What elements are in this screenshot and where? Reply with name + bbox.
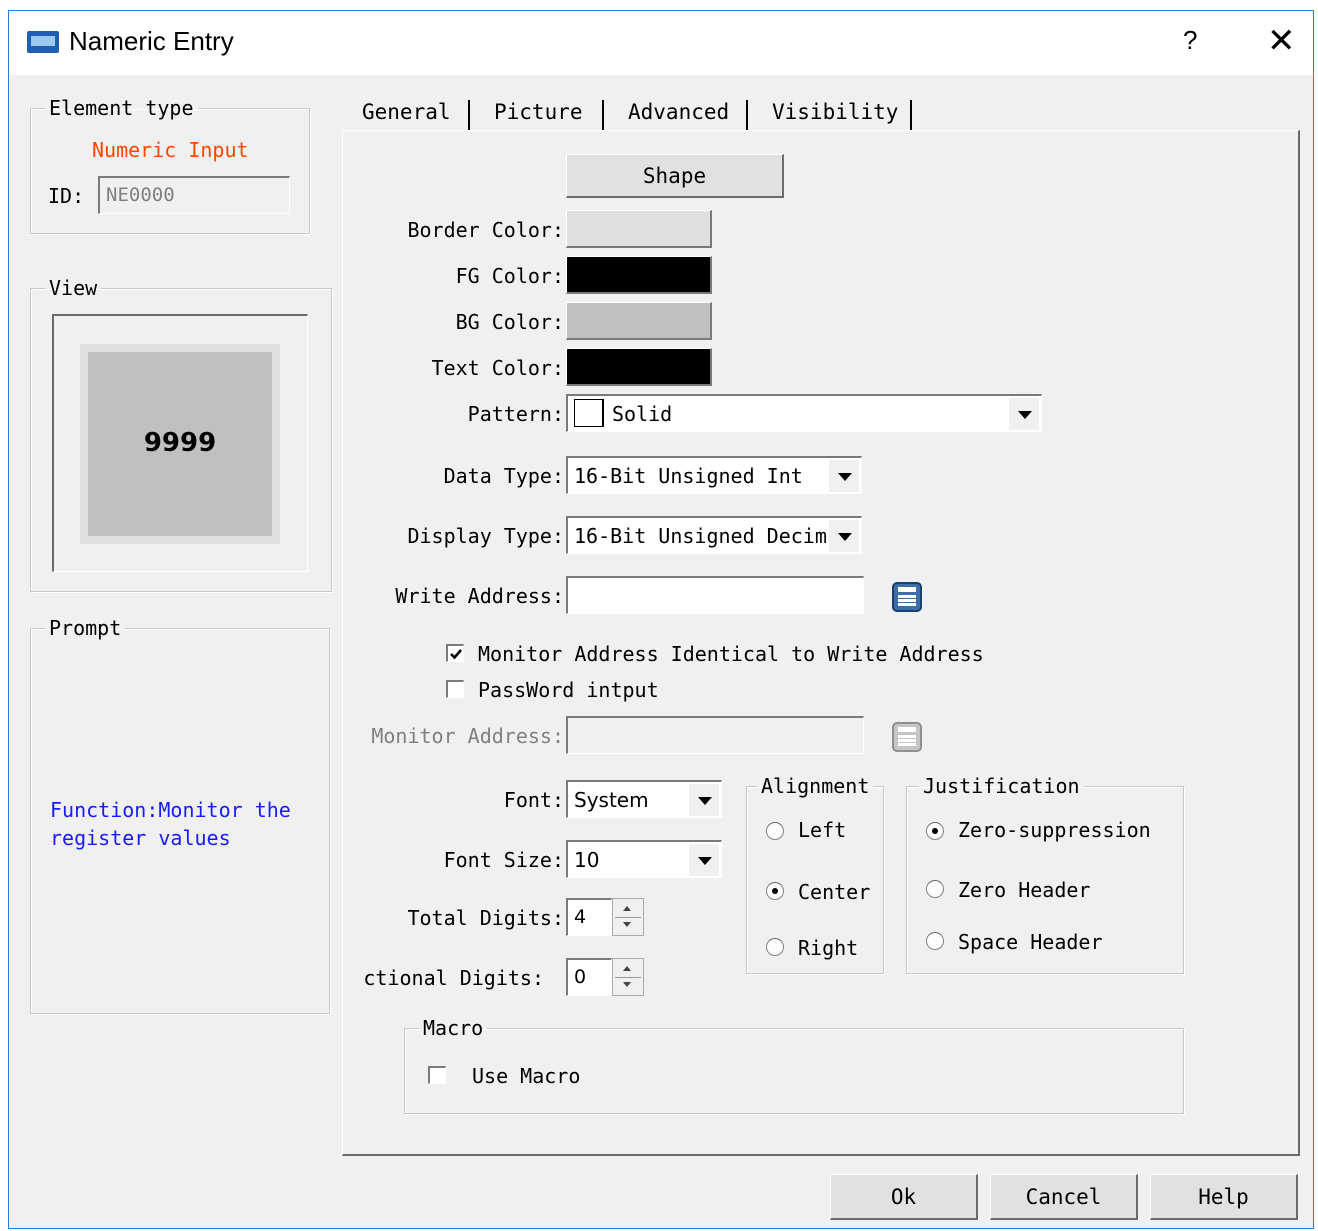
monitor-address-label: Monitor Address: [371, 724, 564, 748]
data-type-value: 16-Bit Unsigned Int [574, 464, 803, 488]
border-color-label: Border Color: [407, 218, 564, 242]
chevron-down-icon[interactable] [1009, 398, 1039, 430]
zero-header-radio[interactable] [926, 880, 944, 898]
fractional-digits-input[interactable]: 0 [566, 958, 612, 996]
font-size-label: Font Size: [443, 848, 564, 872]
use-macro-checkbox[interactable] [428, 1066, 446, 1084]
display-type-value: 16-Bit Unsigned Decim [574, 524, 827, 548]
view-preview-value: 9999 [143, 428, 217, 458]
pattern-label: Pattern: [467, 402, 564, 426]
total-digits-input[interactable]: 4 [566, 898, 612, 936]
element-type-legend: Element type [49, 96, 194, 120]
display-type-label: Display Type: [407, 524, 564, 548]
write-address-label: Write Address: [395, 584, 564, 608]
monitor-identical-label: Monitor Address Identical to Write Addre… [478, 642, 984, 666]
total-digits-value: 4 [574, 906, 587, 928]
fg-color-label: FG Color: [455, 264, 564, 288]
data-type-label: Data Type: [443, 464, 564, 488]
password-label: PassWord intput [478, 678, 659, 702]
alignment-legend: Alignment [761, 774, 870, 798]
help-icon[interactable]: ? [1183, 25, 1197, 56]
pattern-value: Solid [612, 402, 673, 426]
border-color-swatch[interactable] [566, 210, 712, 248]
justification-legend: Justification [923, 774, 1080, 798]
calculator-icon [892, 722, 922, 752]
tab-visibility[interactable]: Visibility [772, 100, 898, 134]
password-checkbox[interactable] [446, 680, 464, 698]
zero-header-label: Zero Header [958, 878, 1091, 902]
id-value: NE0000 [106, 184, 175, 206]
space-header-radio[interactable] [926, 932, 944, 950]
space-header-label: Space Header [958, 930, 1103, 954]
bg-color-label: BG Color: [455, 310, 564, 334]
fractional-digits-label: ctional Digits: [363, 966, 544, 990]
checkmark-icon [450, 649, 462, 660]
chevron-down-icon[interactable] [829, 460, 859, 492]
chevron-down-icon[interactable] [689, 784, 719, 816]
monitor-identical-checkbox[interactable] [446, 644, 464, 662]
shape-button[interactable]: Shape [566, 154, 784, 198]
total-digits-label: Total Digits: [407, 906, 564, 930]
alignment-left-radio[interactable] [766, 822, 784, 840]
data-type-select[interactable]: 16-Bit Unsigned Int [566, 456, 862, 494]
chevron-down-icon[interactable] [689, 844, 719, 876]
prompt-legend: Prompt [49, 616, 122, 640]
window-title: Nameric Entry [69, 26, 234, 56]
font-label: Font: [503, 788, 564, 812]
text-color-label: Text Color: [431, 356, 564, 380]
tab-general[interactable]: General [362, 100, 451, 134]
tab-separator [468, 100, 470, 130]
zero-suppression-radio[interactable] [926, 822, 944, 840]
font-size-value: 10 [574, 848, 600, 872]
write-address-input[interactable] [566, 576, 864, 614]
macro-legend: Macro [423, 1016, 484, 1040]
id-label: ID: [48, 184, 85, 208]
view-legend: View [49, 276, 98, 300]
use-macro-label: Use Macro [472, 1064, 581, 1088]
fractional-digits-value: 0 [574, 966, 587, 988]
alignment-center-radio[interactable] [766, 882, 784, 900]
font-select[interactable]: System [566, 780, 722, 818]
calculator-icon[interactable] [892, 582, 922, 612]
alignment-right-radio[interactable] [766, 938, 784, 956]
zero-suppression-label: Zero-suppression [958, 818, 1151, 842]
text-color-swatch[interactable] [566, 348, 712, 386]
fractional-digits-spinner[interactable] [612, 958, 644, 996]
display-type-select[interactable]: 16-Bit Unsigned Decim [566, 516, 862, 554]
tab-separator [602, 100, 604, 130]
element-type-name: Numeric Input [92, 138, 249, 162]
tab-separator [910, 100, 912, 130]
chevron-down-icon[interactable] [829, 520, 859, 552]
prompt-text-line2: register values [50, 826, 231, 850]
pattern-select[interactable]: Solid [566, 394, 1042, 432]
monitor-address-input [566, 716, 864, 754]
title-bar: Nameric Entry ? ✕ [9, 11, 1313, 75]
close-icon[interactable]: ✕ [1267, 21, 1296, 61]
help-button[interactable]: Help [1150, 1174, 1298, 1220]
alignment-right-label: Right [798, 936, 859, 960]
total-digits-spinner[interactable] [612, 898, 644, 936]
fg-color-swatch[interactable] [566, 256, 712, 294]
bg-color-swatch[interactable] [566, 302, 712, 340]
tab-picture[interactable]: Picture [494, 100, 583, 134]
tab-advanced[interactable]: Advanced [628, 100, 729, 134]
font-value: System [574, 788, 649, 812]
prompt-text-line1: Function:Monitor the [50, 798, 291, 822]
ok-button[interactable]: Ok [830, 1174, 978, 1220]
cancel-button[interactable]: Cancel [990, 1174, 1138, 1220]
font-size-select[interactable]: 10 [566, 840, 722, 878]
pattern-swatch-icon [574, 399, 604, 427]
hmi-app-icon [27, 31, 59, 53]
id-field: NE0000 [98, 176, 290, 214]
alignment-left-label: Left [798, 818, 847, 842]
tab-separator [746, 100, 748, 130]
alignment-center-label: Center [798, 880, 871, 904]
